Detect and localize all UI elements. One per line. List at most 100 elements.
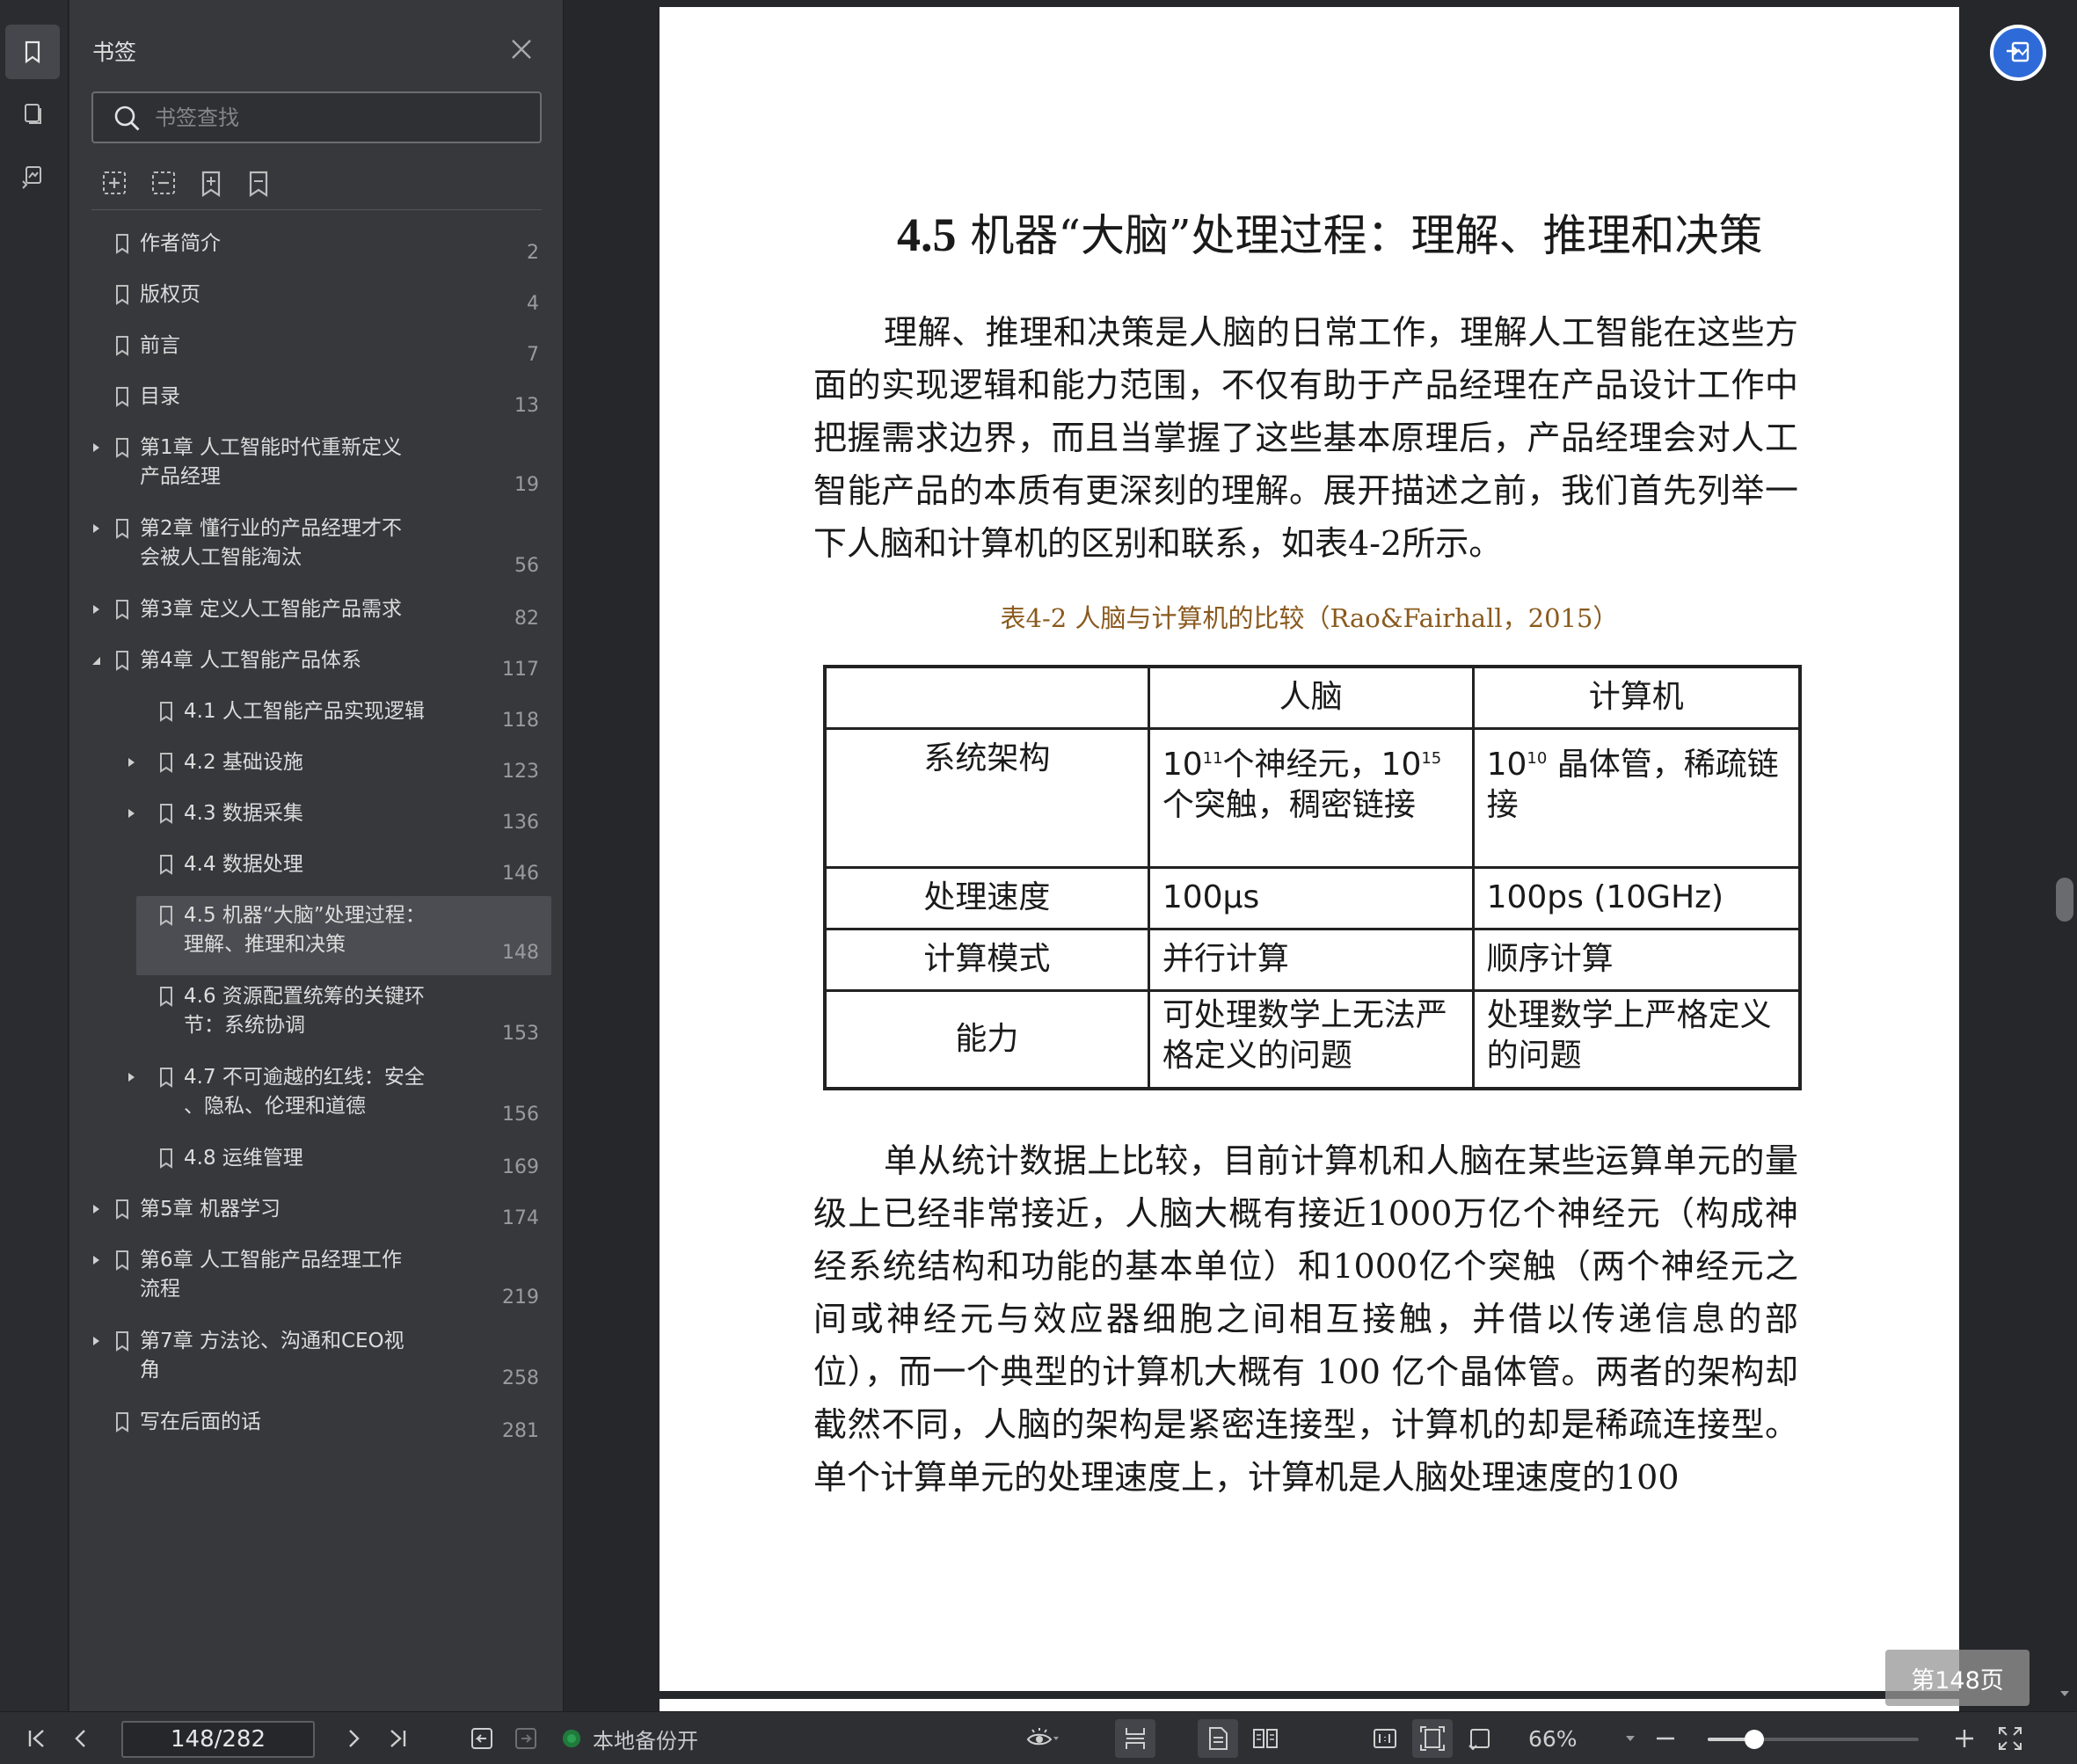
collapse-all-icon[interactable]: [149, 169, 178, 199]
first-page-button[interactable]: [19, 1712, 55, 1764]
bookmark-icon: [160, 702, 172, 722]
bookmark-item[interactable]: 4.3 数据采集 136: [128, 794, 551, 845]
triangle-right-icon[interactable]: [89, 1334, 103, 1348]
page-number-input[interactable]: 148/282: [121, 1721, 315, 1758]
bookmark-label: 第4章 人工智能产品体系: [140, 649, 361, 672]
fullscreen-button[interactable]: [1993, 1712, 2028, 1764]
back-history-button[interactable]: [464, 1712, 499, 1764]
triangle-right-icon[interactable]: [124, 1070, 138, 1084]
expand-all-icon[interactable]: [100, 169, 128, 199]
sci-exponent: 10: [1527, 748, 1548, 768]
bookmark-icon: [25, 40, 40, 64]
fit-page-button[interactable]: [1412, 1719, 1453, 1758]
scrollbar-thumb[interactable]: [2056, 878, 2073, 922]
plus-icon: [1956, 1730, 1973, 1747]
bookmark-label: 写在后面的话: [140, 1410, 261, 1433]
table-row-label: 系统架构: [823, 726, 1150, 869]
bookmark-item[interactable]: 第1章 人工智能时代重新定义 产品经理 19: [92, 428, 551, 507]
zoom-slider-knob[interactable]: [1744, 1730, 1764, 1749]
table-cell-computer: 处理数学上严格定义的问题: [1471, 988, 1802, 1090]
actual-size-button[interactable]: [1365, 1712, 1405, 1764]
bookmark-icon: [160, 906, 172, 926]
bookmark-item[interactable]: 前言 7: [92, 326, 551, 377]
bookmark-item[interactable]: 第4章 人工智能产品体系 117: [92, 641, 551, 692]
document-page: 4.5 机器“大脑”处理过程：理解、推理和决策 理解、推理和决策是人脑的日常工作…: [660, 7, 1959, 1691]
bookmark-item[interactable]: 第3章 定义人工智能产品需求 82: [92, 590, 551, 641]
eye-care-mode-button[interactable]: [1017, 1712, 1068, 1764]
add-bookmark-icon[interactable]: [197, 169, 225, 199]
convert-floating-button[interactable]: [1990, 25, 2046, 81]
bookmark-item[interactable]: 版权页 4: [92, 275, 551, 326]
bookmark-item[interactable]: 4.6 资源配置统筹的关键环 节：系统协调 153: [136, 977, 551, 1056]
annotation-panel-button[interactable]: [5, 149, 60, 204]
bottom-status-bar: 148/282 本地备份开 66%: [0, 1711, 2077, 1764]
triangle-right-icon[interactable]: [89, 1253, 103, 1267]
bookmark-icon: [116, 234, 128, 254]
bookmark-item[interactable]: 4.7 不可逾越的红线：安全 、隐私、伦理和道德 156: [128, 1058, 551, 1137]
triangle-right-icon[interactable]: [89, 521, 103, 536]
bookmark-item[interactable]: 4.4 数据处理 146: [136, 845, 551, 896]
bookmark-page-number: 123: [502, 761, 539, 783]
bookmark-search-input[interactable]: [155, 100, 524, 135]
bookmark-label: 第1章 人工智能时代重新定义 产品经理: [140, 436, 402, 488]
bookmark-item[interactable]: 4.8 运维管理 169: [136, 1139, 551, 1190]
bookmark-label: 4.6 资源配置统筹的关键环 节：系统协调: [184, 985, 425, 1037]
zoom-level[interactable]: 66%: [1528, 1712, 1578, 1764]
next-page-edge: [660, 1699, 1959, 1711]
zoom-slider[interactable]: [1708, 1730, 1919, 1749]
bookmark-icon: [116, 1331, 128, 1352]
table-row-label: 处理速度: [823, 865, 1150, 930]
bookmark-icon: [116, 600, 128, 620]
zoom-in-button[interactable]: [1949, 1712, 1980, 1764]
bookmark-item[interactable]: 目录 13: [92, 377, 551, 428]
triangle-right-icon[interactable]: [89, 441, 103, 455]
close-icon[interactable]: [507, 35, 536, 63]
annotation-list-icon: [22, 166, 41, 189]
bookmark-icon: [160, 1068, 172, 1088]
bookmark-item[interactable]: 第6章 人工智能产品经理工作 流程 219: [92, 1241, 551, 1320]
bookmark-item[interactable]: 第7章 方法论、沟通和CEO视 角 258: [92, 1322, 551, 1401]
vertical-scrollbar[interactable]: [2053, 0, 2077, 1711]
bookmark-item[interactable]: 第5章 机器学习 174: [92, 1190, 551, 1241]
backup-status-dot: [563, 1730, 580, 1747]
bookmark-page-number: 258: [502, 1367, 539, 1389]
first-page-icon: [28, 1730, 44, 1747]
zoom-dropdown[interactable]: [1620, 1712, 1641, 1764]
thumbnail-panel-button[interactable]: [5, 86, 60, 141]
sci-base: 10: [1162, 746, 1203, 783]
triangle-right-icon[interactable]: [124, 755, 138, 769]
next-page-button[interactable]: [336, 1712, 371, 1764]
bookmark-item[interactable]: 第2章 懂行业的产品经理才不 会被人工智能淘汰 56: [92, 509, 551, 588]
minus-icon: [1657, 1737, 1674, 1740]
bookmark-search-box[interactable]: [91, 91, 542, 143]
bookmark-panel-button[interactable]: [5, 25, 60, 79]
rotate-page-button[interactable]: [1460, 1712, 1500, 1764]
table-cell-computer: 顺序计算: [1471, 927, 1802, 992]
bookmark-icon: [116, 285, 128, 305]
previous-page-button[interactable]: [63, 1712, 98, 1764]
bookmark-item[interactable]: 4.2 基础设施 123: [128, 743, 551, 794]
paragraph-intro: 理解、推理和决策是人脑的日常工作，理解人工智能在这些方面的实现逻辑和能力范围，不…: [813, 313, 1798, 563]
last-page-button[interactable]: [380, 1712, 415, 1764]
zoom-out-button[interactable]: [1650, 1712, 1681, 1764]
local-backup-status[interactable]: 本地备份开: [563, 1712, 698, 1764]
paragraph-comparison: 单从统计数据上比较，目前计算机和人脑在某些运算单元的量级上已经非常接近，人脑大概…: [813, 1141, 1798, 1497]
forward-history-button[interactable]: [508, 1712, 543, 1764]
remove-bookmark-icon[interactable]: [244, 169, 273, 199]
bookmark-item[interactable]: 作者简介 2: [92, 224, 551, 275]
scroll-down-arrow-icon[interactable]: [2058, 1687, 2072, 1701]
bookmark-page-number: 117: [502, 659, 539, 681]
triangle-right-icon[interactable]: [89, 1202, 103, 1216]
bookmark-item[interactable]: 写在后面的话 281: [92, 1403, 551, 1454]
double-page-button[interactable]: [1245, 1712, 1286, 1764]
chevron-left-icon: [75, 1730, 85, 1747]
bookmark-label: 第3章 定义人工智能产品需求: [140, 598, 402, 621]
triangle-right-icon[interactable]: [89, 602, 103, 616]
bookmark-item[interactable]: 4.5 机器“大脑”处理过程： 理解、推理和决策 148: [136, 896, 551, 975]
triangle-down-icon[interactable]: [89, 653, 103, 667]
bookmark-item[interactable]: 4.1 人工智能产品实现逻辑 118: [136, 692, 551, 743]
continuous-scroll-button[interactable]: [1115, 1719, 1155, 1758]
bookmark-page-number: 82: [514, 608, 539, 630]
triangle-right-icon[interactable]: [124, 806, 138, 820]
single-page-button[interactable]: [1198, 1719, 1238, 1758]
